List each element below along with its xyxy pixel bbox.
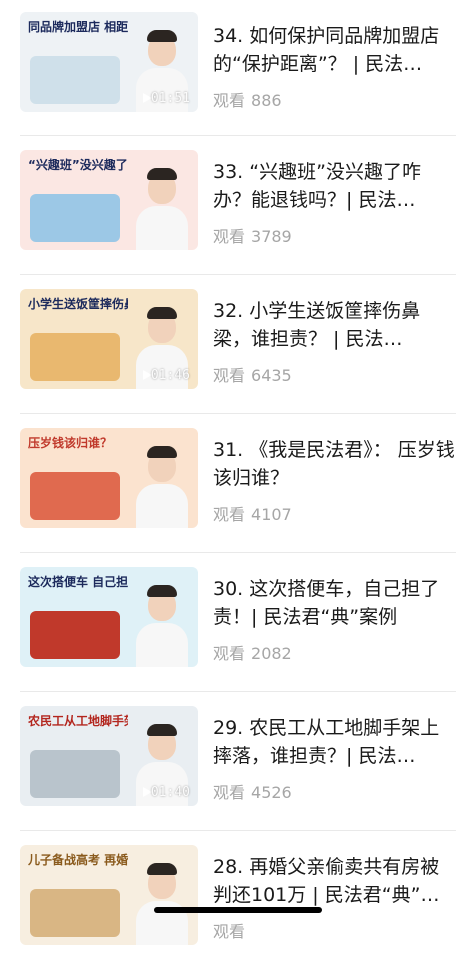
video-item[interactable]: 儿子备战高考 再婚父亲偷卖共有房 被判还101万 28. 再婚父亲偷卖共有房被判…	[20, 831, 456, 970]
view-count-value: 6435	[251, 366, 292, 385]
video-title[interactable]: 30. 这次搭便车，自己担了责！| 民法君“典”案例	[213, 575, 456, 631]
video-item[interactable]: 小学生送饭筐摔伤鼻梁 谁担责 01:46 32. 小学生送饭筐摔伤鼻梁，谁担责？…	[20, 275, 456, 414]
view-count-value: 886	[251, 91, 282, 110]
video-duration: 01:46	[150, 368, 190, 383]
video-list: 同品牌加盟店 相距600米致生意下滑 01:51 34. 如何保护同品牌加盟店的…	[0, 0, 476, 970]
thumbnail-scene	[30, 611, 120, 659]
video-title[interactable]: 32. 小学生送饭筐摔伤鼻梁，谁担责？ | 民法君“典”案例	[213, 297, 456, 353]
video-thumbnail[interactable]: 儿子备战高考 再婚父亲偷卖共有房 被判还101万	[20, 845, 198, 945]
view-count-label: 观看	[213, 644, 246, 663]
thumbnail-scene	[30, 472, 120, 520]
view-count-label: 观看	[213, 922, 246, 941]
presenter-figure	[134, 166, 190, 250]
video-title[interactable]: 31. 《我是民法君》： 压岁钱该归谁？	[213, 436, 456, 492]
video-item[interactable]: 同品牌加盟店 相距600米致生意下滑 01:51 34. 如何保护同品牌加盟店的…	[20, 0, 456, 136]
view-count: 观看 886	[213, 87, 282, 111]
presenter-figure	[134, 861, 190, 945]
thumbnail-caption: 儿子备战高考 再婚父亲偷卖共有房 被判还101万	[28, 853, 128, 867]
thumbnail-caption: 这次搭便车 自己担了责！	[28, 575, 128, 589]
video-thumbnail[interactable]: “兴趣班”没兴趣了 咋办：能退钱吗?	[20, 150, 198, 250]
thumbnail-scene	[30, 56, 120, 104]
video-item[interactable]: 压岁钱该归谁？ 31. 《我是民法君》： 压岁钱该归谁？ 观看 4107	[20, 414, 456, 553]
view-count: 观看	[213, 918, 251, 942]
presenter-figure	[134, 444, 190, 528]
video-duration: 01:51	[150, 91, 190, 106]
view-count-label: 观看	[213, 505, 246, 524]
video-title[interactable]: 33. “兴趣班”没兴趣了咋办？能退钱吗？| 民法君“典”案例	[213, 158, 456, 214]
video-title[interactable]: 34. 如何保护同品牌加盟店的“保护距离”？ | 民法君“典”案例	[213, 22, 456, 78]
thumbnail-caption: 压岁钱该归谁？	[28, 436, 113, 450]
view-count-value: 4107	[251, 505, 292, 524]
video-item[interactable]: 这次搭便车 自己担了责！ 30. 这次搭便车，自己担了责！| 民法君“典”案例 …	[20, 553, 456, 692]
video-thumbnail[interactable]: 同品牌加盟店 相距600米致生意下滑 01:51	[20, 12, 198, 112]
view-count: 观看 2082	[213, 640, 292, 664]
video-thumbnail[interactable]: 这次搭便车 自己担了责！	[20, 567, 198, 667]
thumbnail-scene	[30, 194, 120, 242]
thumbnail-caption: 农民工从工地脚手架上摔落 谁担责？	[28, 714, 128, 728]
thumbnail-scene	[30, 333, 120, 381]
video-item[interactable]: “兴趣班”没兴趣了 咋办：能退钱吗? 33. “兴趣班”没兴趣了咋办？能退钱吗？…	[20, 136, 456, 275]
view-count: 观看 3789	[213, 223, 292, 247]
home-indicator[interactable]	[154, 907, 322, 913]
video-thumbnail[interactable]: 农民工从工地脚手架上摔落 谁担责？ 01:40	[20, 706, 198, 806]
view-count-label: 观看	[213, 783, 246, 802]
video-title[interactable]: 28. 再婚父亲偷卖共有房被判还101万 | 民法君“典”案例	[213, 853, 456, 909]
thumbnail-scene	[30, 750, 120, 798]
view-count-value: 3789	[251, 227, 292, 246]
thumbnail-scene	[30, 889, 120, 937]
video-title[interactable]: 29. 农民工从工地脚手架上摔落，谁担责？| 民法君“典”案例	[213, 714, 456, 770]
view-count: 观看 6435	[213, 362, 292, 386]
view-count-value: 4526	[251, 783, 292, 802]
view-count-label: 观看	[213, 227, 246, 246]
thumbnail-caption: “兴趣班”没兴趣了 咋办：能退钱吗?	[28, 158, 128, 172]
view-count-label: 观看	[213, 91, 246, 110]
presenter-figure	[134, 583, 190, 667]
video-thumbnail[interactable]: 压岁钱该归谁？	[20, 428, 198, 528]
view-count: 观看 4107	[213, 501, 292, 525]
video-duration: 01:40	[150, 785, 190, 800]
view-count: 观看 4526	[213, 779, 292, 803]
thumbnail-caption: 小学生送饭筐摔伤鼻梁 谁担责	[28, 297, 128, 311]
video-item[interactable]: 农民工从工地脚手架上摔落 谁担责？ 01:40 29. 农民工从工地脚手架上摔落…	[20, 692, 456, 831]
thumbnail-caption: 同品牌加盟店 相距600米致生意下滑	[28, 20, 128, 34]
video-thumbnail[interactable]: 小学生送饭筐摔伤鼻梁 谁担责 01:46	[20, 289, 198, 389]
view-count-label: 观看	[213, 366, 246, 385]
view-count-value: 2082	[251, 644, 292, 663]
